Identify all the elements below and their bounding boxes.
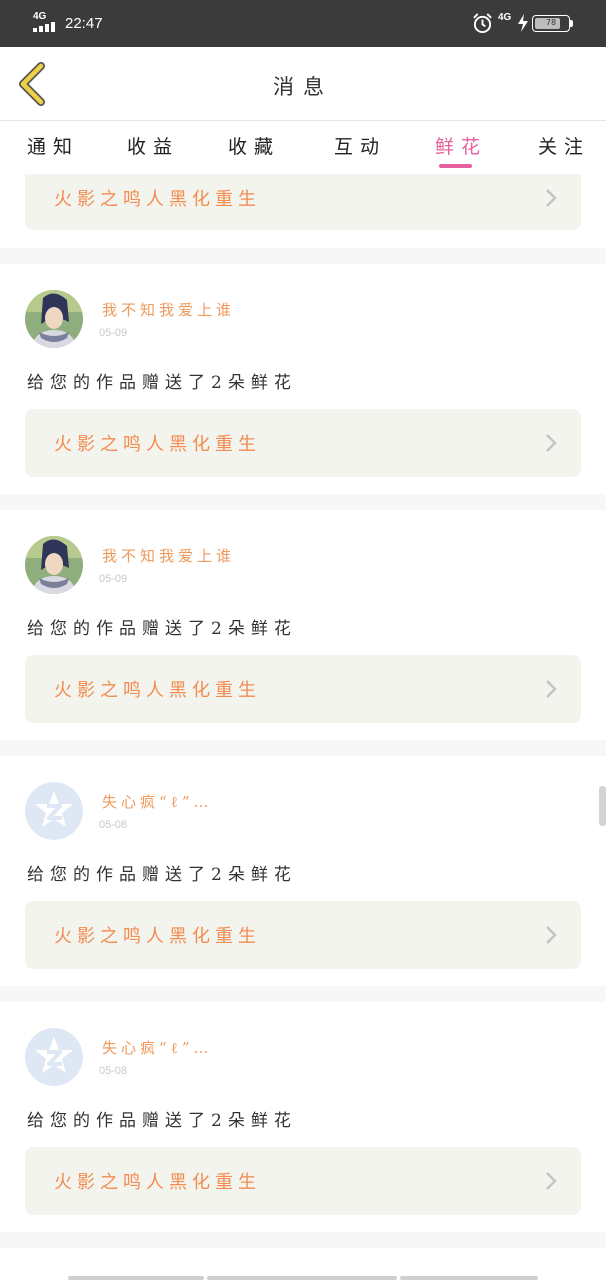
chevron-right-icon [546, 680, 557, 698]
tab-favorites[interactable]: 收藏 [228, 132, 280, 159]
chevron-right-icon [546, 926, 557, 944]
avatar[interactable] [25, 290, 83, 348]
status-bar: 4G 22:47 4G 78 [0, 0, 606, 47]
charging-icon [518, 14, 528, 32]
scrollbar[interactable] [599, 786, 606, 826]
work-link[interactable]: 火影之鸣人黑化重生 [25, 1147, 581, 1215]
message-card: 失心疯“ℓ”… 05-08 给您的作品赠送了2朵鲜花 火影之鸣人黑化重生 [0, 1002, 606, 1232]
message-card: 失心疯“ℓ”… 05-08 给您的作品赠送了2朵鲜花 火影之鸣人黑化重生 [0, 756, 606, 986]
message-card: 我不知我爱上谁 05-09 给您的作品赠送了2朵鲜花 火影之鸣人黑化重生 [0, 510, 606, 740]
tab-bar: 通知 收益 收藏 互动 鲜花 关注 [0, 122, 606, 174]
message-text: 给您的作品赠送了2朵鲜花 [27, 619, 297, 639]
nav-gesture-bar [207, 1276, 397, 1280]
message-card: 我不知我爱上谁 05-09 给您的作品赠送了2朵鲜花 火影之鸣人黑化重生 [0, 264, 606, 494]
work-title: 火影之鸣人黑化重生 [54, 434, 261, 455]
app-header: 消息 [0, 47, 606, 121]
username[interactable]: 我不知我爱上谁 [102, 299, 235, 320]
tab-flowers[interactable]: 鲜花 [435, 132, 487, 159]
username[interactable]: 失心疯“ℓ”… [102, 791, 213, 812]
message-date: 05-09 [99, 327, 128, 339]
nav-gesture-bar [400, 1276, 538, 1280]
message-date: 05-08 [99, 1065, 128, 1077]
message-text: 给您的作品赠送了2朵鲜花 [27, 373, 297, 393]
default-avatar[interactable] [25, 1028, 83, 1086]
message-text: 给您的作品赠送了2朵鲜花 [27, 1111, 297, 1131]
signal-icon [33, 22, 61, 32]
tab-notifications[interactable]: 通知 [27, 132, 79, 159]
chevron-right-icon [546, 434, 557, 452]
network-type-2: 4G [498, 12, 512, 23]
work-title: 火影之鸣人黑化重生 [54, 1172, 261, 1193]
tab-earnings[interactable]: 收益 [127, 132, 179, 159]
work-link[interactable]: 火影之鸣人黑化重生 [25, 409, 581, 477]
chevron-right-icon [546, 1172, 557, 1190]
tab-interactions[interactable]: 互动 [334, 132, 386, 159]
message-date: 05-09 [99, 573, 128, 585]
message-date: 05-08 [99, 819, 128, 831]
work-link[interactable]: 火影之鸣人黑化重生 [25, 174, 581, 230]
battery-level: 78 [545, 18, 557, 27]
username[interactable]: 失心疯“ℓ”… [102, 1037, 213, 1058]
status-time: 22:47 [65, 15, 103, 32]
alarm-icon [473, 13, 492, 34]
active-tab-indicator [439, 164, 472, 168]
tab-follows[interactable]: 关注 [538, 132, 590, 159]
battery-icon: 78 [532, 15, 570, 32]
chevron-right-icon [546, 189, 557, 207]
message-text: 给您的作品赠送了2朵鲜花 [27, 865, 297, 885]
message-feed[interactable]: 火影之鸣人黑化重生 我不知我爱上谁 05-09 给您的作品赠送了2朵鲜花 火影之… [0, 174, 606, 1270]
nav-gesture-bar [68, 1276, 204, 1280]
message-card: 火影之鸣人黑化重生 [0, 174, 606, 248]
avatar[interactable] [25, 536, 83, 594]
work-title: 火影之鸣人黑化重生 [54, 926, 261, 947]
username[interactable]: 我不知我爱上谁 [102, 545, 235, 566]
work-link[interactable]: 火影之鸣人黑化重生 [25, 655, 581, 723]
work-link[interactable]: 火影之鸣人黑化重生 [25, 901, 581, 969]
work-title: 火影之鸣人黑化重生 [54, 189, 261, 210]
default-avatar[interactable] [25, 782, 83, 840]
work-title: 火影之鸣人黑化重生 [54, 680, 261, 701]
page-title: 消息 [273, 75, 333, 99]
network-type: 4G [33, 11, 47, 22]
